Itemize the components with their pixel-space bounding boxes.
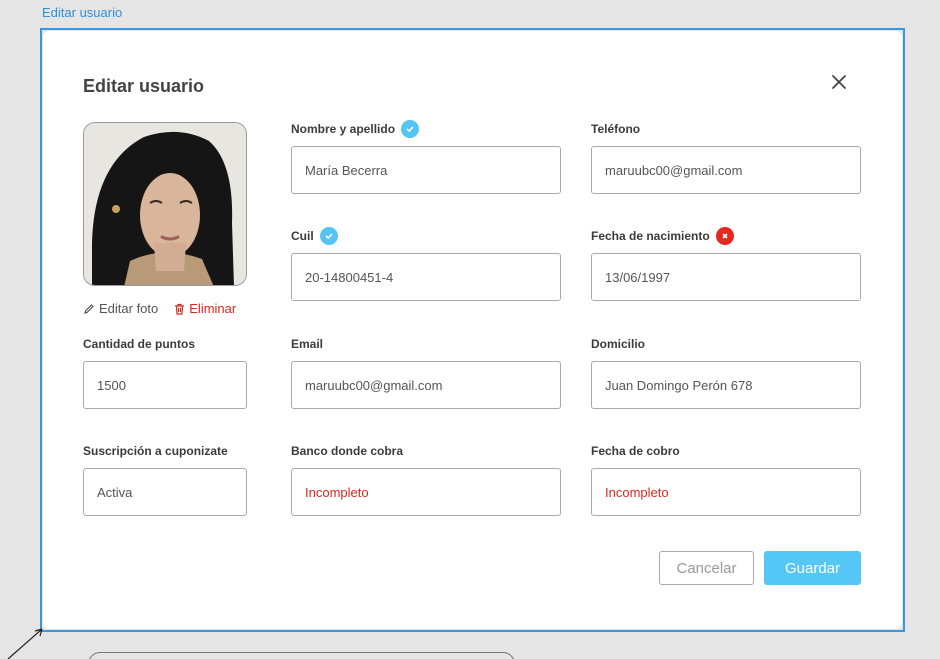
close-icon xyxy=(832,75,846,89)
edit-photo-button[interactable]: Editar foto xyxy=(83,301,158,316)
telefono-input[interactable]: maruubc00@gmail.com xyxy=(591,146,861,194)
fecha-nacimiento-label: Fecha de nacimiento xyxy=(591,229,710,243)
domicilio-label: Domicilio xyxy=(591,337,646,351)
puntos-input[interactable]: 1500 xyxy=(83,361,247,409)
save-button[interactable]: Guardar xyxy=(764,551,861,585)
nombre-input[interactable]: María Becerra xyxy=(291,146,561,194)
cancel-button[interactable]: Cancelar xyxy=(659,551,754,585)
suscripcion-input[interactable]: Activa xyxy=(83,468,247,516)
verified-check-icon xyxy=(401,120,420,138)
field-fecha-cobro: Fecha de cobro Incompleto xyxy=(591,442,861,516)
banco-input[interactable]: Incompleto xyxy=(291,468,561,516)
domicilio-input[interactable]: Juan Domingo Perón 678 xyxy=(591,361,861,409)
modal-title: Editar usuario xyxy=(83,76,205,96)
field-suscripcion: Suscripción a cuponizate Activa xyxy=(83,442,247,516)
delete-photo-button[interactable]: Eliminar xyxy=(174,301,236,316)
fecha-cobro-label: Fecha de cobro xyxy=(591,444,680,458)
field-telefono: Teléfono maruubc00@gmail.com xyxy=(591,120,861,194)
fecha-cobro-input[interactable]: Incompleto xyxy=(591,468,861,516)
banco-label: Banco donde cobra xyxy=(291,444,404,458)
suscripcion-label: Suscripción a cuponizate xyxy=(83,444,228,458)
frame-label: Editar usuario xyxy=(42,5,123,20)
puntos-label: Cantidad de puntos xyxy=(83,337,195,351)
cuil-input[interactable]: 20-14800451-4 xyxy=(291,253,561,301)
photo-actions: Editar foto Eliminar xyxy=(83,301,236,316)
cuil-label: Cuil xyxy=(291,229,314,243)
telefono-label: Teléfono xyxy=(591,122,641,136)
pencil-icon xyxy=(84,303,94,314)
email-label: Email xyxy=(291,337,324,351)
edit-user-modal: Editar usuario Editar foto Eliminar Nomb… xyxy=(43,31,902,629)
edit-photo-label: Editar foto xyxy=(99,301,159,316)
verified-check-icon xyxy=(319,227,338,245)
delete-photo-label: Eliminar xyxy=(189,301,237,316)
field-fecha-nacimiento: Fecha de nacimiento 13/06/1997 xyxy=(591,227,861,301)
fecha-nacimiento-input[interactable]: 13/06/1997 xyxy=(591,253,861,301)
trash-icon xyxy=(175,303,185,315)
email-input[interactable]: maruubc00@gmail.com xyxy=(291,361,561,409)
field-cuil: Cuil 20-14800451-4 xyxy=(291,227,561,301)
field-nombre: Nombre y apellido María Becerra xyxy=(291,120,561,194)
next-frame-outline xyxy=(88,652,515,659)
field-puntos: Cantidad de puntos 1500 xyxy=(83,335,247,409)
error-x-icon xyxy=(715,227,734,245)
nombre-label: Nombre y apellido xyxy=(291,122,396,136)
pointer-arrow-icon xyxy=(7,628,43,659)
field-banco: Banco donde cobra Incompleto xyxy=(291,442,561,516)
field-domicilio: Domicilio Juan Domingo Perón 678 xyxy=(591,335,861,409)
user-photo xyxy=(83,122,247,286)
field-email: Email maruubc00@gmail.com xyxy=(291,335,561,409)
portrait-image xyxy=(84,123,246,285)
close-button[interactable] xyxy=(828,71,850,93)
